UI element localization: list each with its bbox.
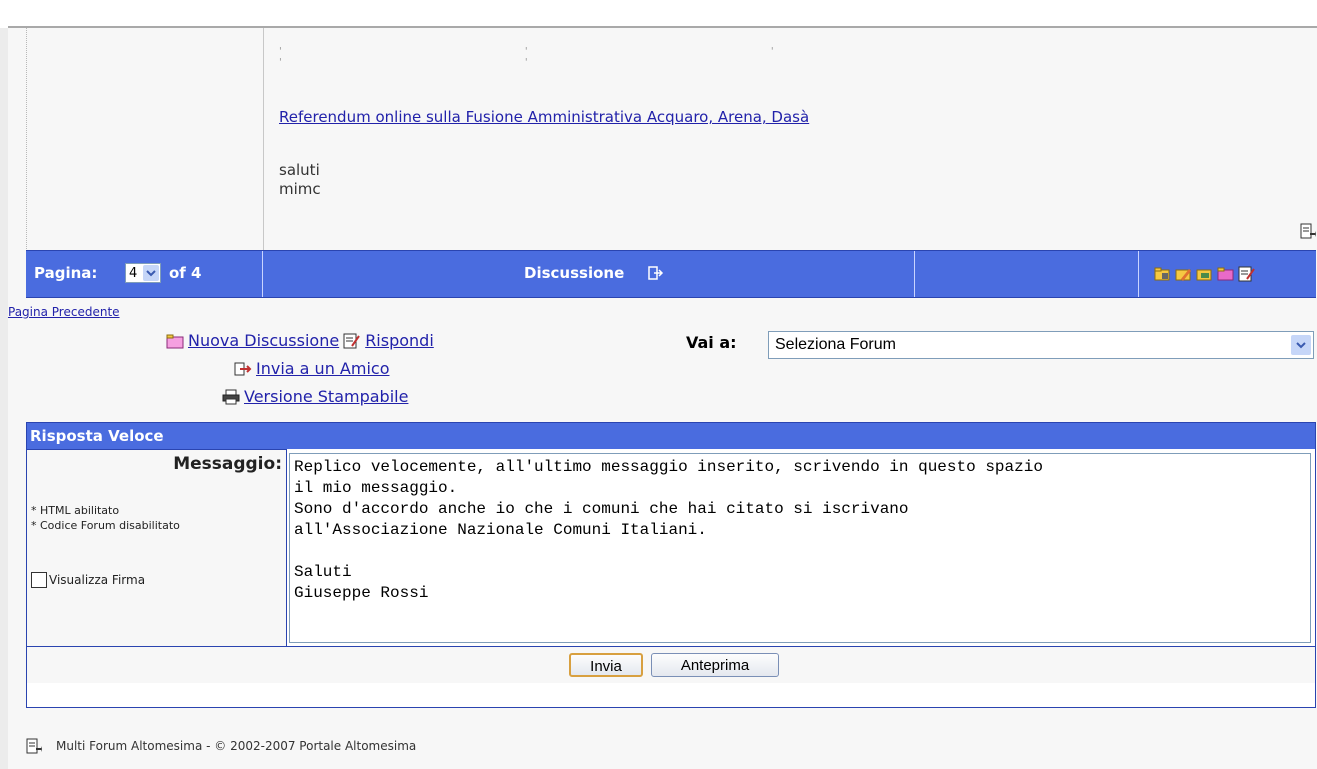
print-version-link[interactable]: Versione Stampabile	[244, 387, 408, 406]
show-signature-label: Visualizza Firma	[49, 573, 146, 587]
page-footer: Multi Forum Altomesima - © 2002-2007 Por…	[26, 728, 1316, 762]
topic-label: Discussione	[524, 264, 625, 282]
forum-code-note: * Codice Forum disabilitato	[31, 519, 180, 532]
reply-icon	[343, 333, 361, 348]
page-navigation-bar: Pagina: 4 of 4 Discussione	[26, 250, 1316, 298]
chevron-down-icon[interactable]	[143, 265, 159, 281]
html-enabled-note: * HTML abilitato	[31, 504, 120, 517]
show-signature-checkbox[interactable]	[31, 572, 47, 588]
cropped-text-line: ' ' ' ' '	[279, 46, 894, 68]
quick-reply-title: Risposta Veloce	[27, 423, 1315, 449]
submit-button[interactable]: Invia	[569, 653, 643, 677]
quick-reply-panel: Risposta Veloce Messaggio: * HTML abilit…	[26, 422, 1316, 708]
bar-divider	[1138, 251, 1139, 297]
topic-tools	[1154, 265, 1256, 283]
edit-post-icon[interactable]	[1300, 223, 1316, 241]
jump-to-label: Vai a:	[686, 333, 737, 352]
browser-top-strip	[0, 0, 1317, 28]
new-folder-icon	[166, 334, 184, 348]
copyright-text: Multi Forum Altomesima - © 2002-2007 Por…	[56, 739, 417, 753]
forum-logo-icon	[26, 738, 42, 754]
send-to-friend-icon	[234, 362, 252, 375]
chevron-down-icon[interactable]	[1291, 335, 1311, 355]
page-select-value: 4	[129, 266, 138, 281]
quick-reply-buttons: Invia Anteprima	[27, 646, 1315, 683]
show-signature-option[interactable]: Visualizza Firma	[31, 572, 145, 588]
message-textarea[interactable]: Replico velocemente, all'ultimo messaggi…	[289, 453, 1311, 643]
forum-select-value: Seleziona Forum	[775, 336, 896, 353]
folder-lock-icon[interactable]	[1154, 265, 1172, 283]
send-friend-link[interactable]: Invia a un Amico	[256, 359, 389, 378]
page-count-label: of 4	[169, 264, 202, 282]
post-signature: mimc	[279, 180, 321, 198]
page-select[interactable]: 4	[125, 263, 161, 283]
reply-icon[interactable]	[1238, 265, 1256, 283]
referendum-link[interactable]: Referendum online sulla Fusione Amminist…	[279, 108, 809, 126]
folder-edit-icon[interactable]	[1175, 265, 1193, 283]
post-greeting: saluti	[279, 161, 320, 179]
post-column-divider	[263, 28, 264, 251]
print-version-action[interactable]: Versione Stampabile	[222, 387, 408, 406]
quick-reply-options: Messaggio: * HTML abilitato * Codice For…	[27, 449, 287, 646]
printer-icon	[222, 389, 240, 404]
preview-button[interactable]: Anteprima	[651, 653, 779, 677]
post-body: ' ' ' ' ' Referendum online sulla Fusion…	[26, 28, 1317, 251]
new-topic-link[interactable]: Nuova Discussione	[188, 331, 339, 350]
bar-divider	[262, 251, 263, 297]
go-to-topic-icon[interactable]	[648, 265, 664, 281]
bar-divider	[914, 251, 915, 297]
forum-jump-select[interactable]: Seleziona Forum	[768, 331, 1314, 359]
message-label: Messaggio:	[173, 454, 282, 474]
forum-page: ' ' ' ' ' Referendum online sulla Fusion…	[8, 28, 1317, 769]
folder-move-icon[interactable]	[1196, 265, 1214, 283]
folder-new-icon[interactable]	[1217, 265, 1235, 283]
previous-page-link[interactable]: Pagina Precedente	[8, 305, 120, 319]
new-topic-action[interactable]: Nuova Discussione Rispondi	[166, 331, 434, 350]
page-label: Pagina:	[34, 264, 98, 282]
left-edge	[0, 28, 8, 769]
reply-link[interactable]: Rispondi	[365, 331, 434, 350]
send-friend-action[interactable]: Invia a un Amico	[234, 359, 389, 378]
